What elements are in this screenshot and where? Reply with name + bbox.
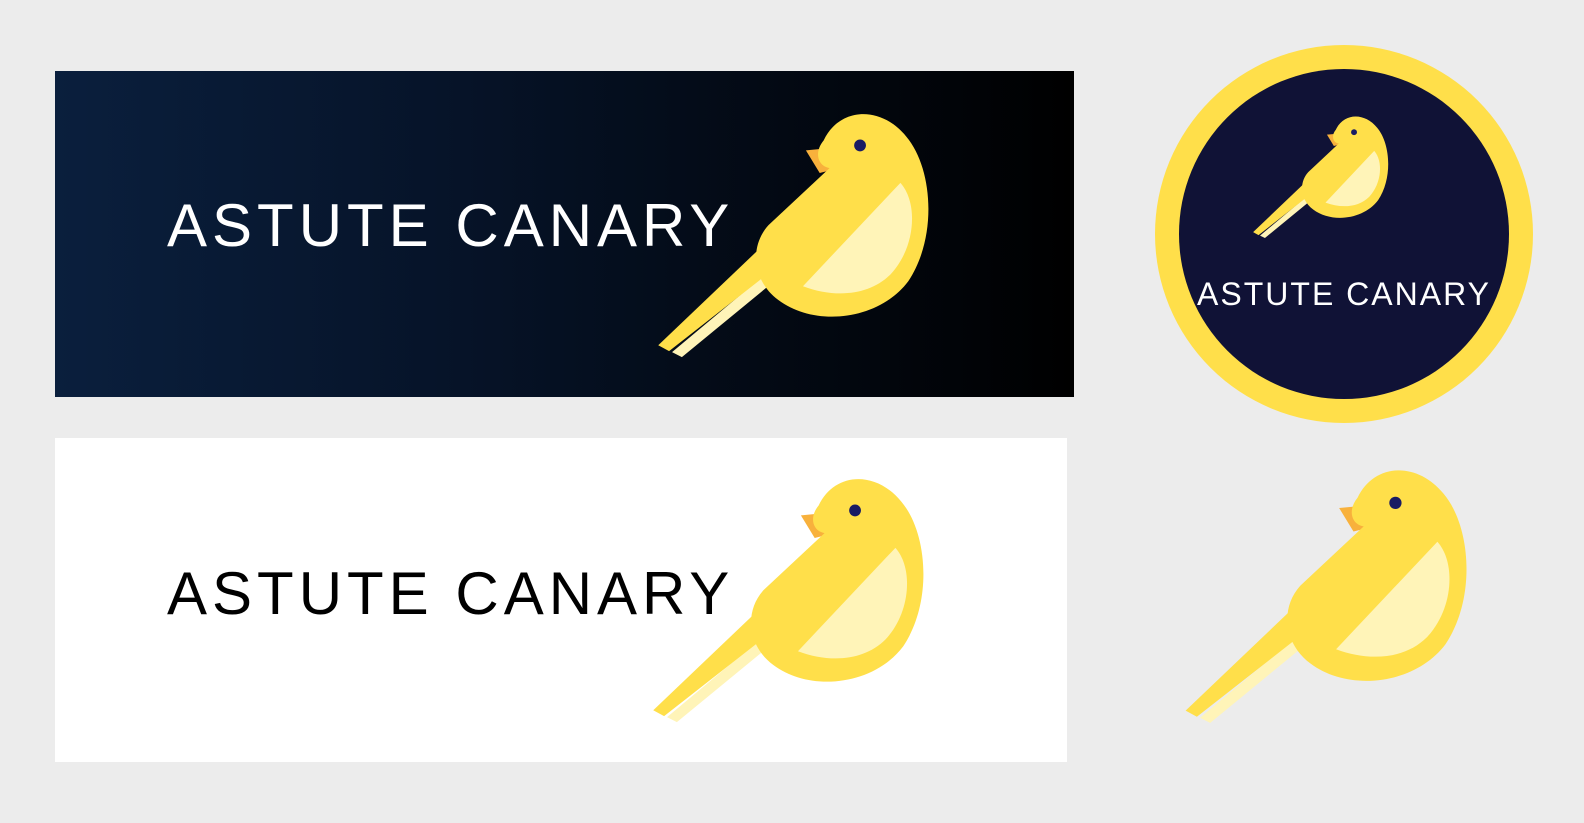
badge-disc: ASTUTE CANARY	[1179, 69, 1509, 399]
canary-bird-icon	[1253, 116, 1389, 239]
canary-bird-icon	[653, 479, 924, 723]
logo-circular-badge: ASTUTE CANARY	[1155, 45, 1533, 423]
canary-bird-icon	[1185, 470, 1467, 723]
logo-horizontal-dark: ASTUTE CANARY	[55, 71, 1074, 397]
canary-bird-icon	[658, 114, 929, 358]
brand-wordmark: ASTUTE CANARY	[1197, 276, 1491, 312]
logo-horizontal-light: ASTUTE CANARY	[55, 438, 1067, 762]
